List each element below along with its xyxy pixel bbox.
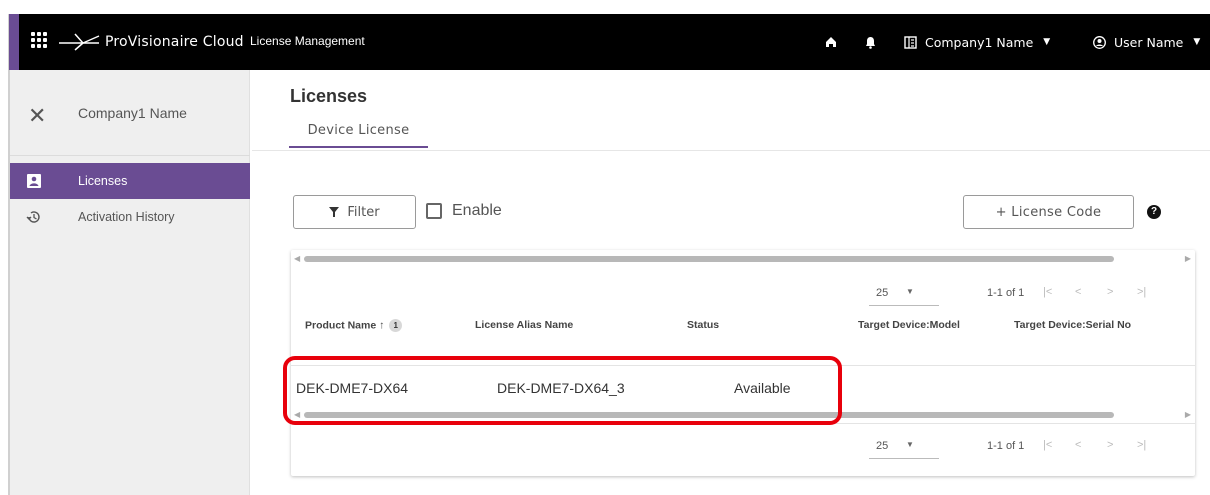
chevron-down-icon: ▼ — [1193, 37, 1201, 47]
prev-page-icon[interactable]: < — [1075, 286, 1081, 298]
scroll-left-icon[interactable]: ◀ — [294, 254, 300, 263]
filter-icon — [329, 207, 340, 217]
active-tab-indicator — [289, 146, 428, 148]
logo: ProVisionaire Cloud — [59, 30, 244, 54]
sidebar-company-name: Company1 Name — [78, 105, 187, 121]
tab-device-license[interactable]: Device License — [289, 123, 428, 147]
filter-button[interactable]: Filter — [293, 195, 416, 229]
enable-checkbox[interactable] — [426, 203, 442, 219]
sort-order-badge: 1 — [389, 319, 403, 332]
logo-text: ProVisionaire Cloud — [105, 34, 244, 50]
sidebar-item-label: Licenses — [78, 174, 128, 188]
app-launcher-icon[interactable] — [31, 32, 47, 48]
logo-arrow-icon — [59, 33, 100, 51]
select-underline — [869, 305, 939, 306]
add-license-code-button[interactable]: + License Code — [963, 195, 1134, 229]
brand-accent-strip — [9, 14, 19, 70]
scrollbar-thumb[interactable] — [304, 256, 1114, 262]
select-underline — [869, 458, 939, 459]
building-icon — [904, 35, 917, 49]
chevron-down-icon: ▼ — [1043, 37, 1051, 47]
page-title: Licenses — [290, 86, 368, 106]
sidebar: ✕ Company1 Name Licenses Activation Hist… — [10, 70, 250, 495]
next-page-icon[interactable]: > — [1107, 286, 1113, 298]
account-icon — [1093, 35, 1106, 49]
chevron-down-icon[interactable]: ▼ — [906, 440, 914, 449]
home-icon — [826, 37, 836, 47]
chevron-down-icon[interactable]: ▼ — [906, 287, 914, 296]
last-page-icon[interactable]: >| — [1137, 286, 1146, 298]
license-icon — [27, 174, 41, 188]
company-menu[interactable]: Company1 Name ▼ — [904, 14, 1050, 70]
enable-label: Enable — [452, 202, 502, 219]
sidebar-item-licenses[interactable]: Licenses — [10, 163, 250, 199]
column-header-target-model[interactable]: Target Device:Model — [858, 319, 960, 331]
prev-page-icon[interactable]: < — [1075, 439, 1081, 451]
pagination-top: 25 ▼ 1-1 of 1 |< < > >| — [861, 281, 1191, 311]
last-page-icon[interactable]: >| — [1137, 439, 1146, 451]
column-header-product-name[interactable]: Product Name ↑ 1 — [305, 319, 403, 332]
next-page-icon[interactable]: > — [1107, 439, 1113, 451]
column-header-label: Product Name — [305, 319, 377, 332]
rows-per-page-select[interactable]: 25 — [876, 287, 888, 299]
bell-icon — [866, 36, 875, 49]
notifications-button[interactable] — [865, 14, 876, 70]
company-menu-label: Company1 Name — [925, 34, 1034, 50]
filter-button-label: Filter — [347, 204, 380, 220]
help-icon[interactable]: ? — [1147, 205, 1161, 219]
user-menu[interactable]: User Name ▼ — [1093, 14, 1200, 70]
sidebar-item-label: Activation History — [78, 210, 175, 224]
sidebar-item-activation-history[interactable]: Activation History — [10, 200, 250, 234]
sort-ascending-icon[interactable]: ↑ — [379, 319, 384, 331]
first-page-icon[interactable]: |< — [1043, 439, 1052, 451]
column-header-status[interactable]: Status — [687, 319, 719, 331]
column-header-target-serial[interactable]: Target Device:Serial No — [1014, 319, 1131, 331]
scroll-right-icon[interactable]: ▶ — [1185, 254, 1191, 263]
scroll-right-icon[interactable]: ▶ — [1185, 410, 1191, 419]
first-page-icon[interactable]: |< — [1043, 286, 1052, 298]
app-title: License Management — [250, 34, 365, 48]
top-bar: ProVisionaire Cloud License Management C… — [9, 14, 1210, 70]
page-range: 1-1 of 1 — [987, 440, 1025, 452]
column-header-license-alias[interactable]: License Alias Name — [475, 319, 573, 331]
enable-toggle[interactable]: Enable — [426, 202, 502, 220]
tab-divider — [252, 150, 1210, 151]
page-range: 1-1 of 1 — [987, 287, 1025, 299]
horizontal-scrollbar[interactable]: ◀ ▶ — [291, 252, 1195, 266]
sidebar-header: ✕ Company1 Name — [10, 70, 250, 156]
close-icon[interactable]: ✕ — [28, 106, 46, 128]
home-button[interactable] — [825, 14, 837, 70]
pagination-bottom: 25 ▼ 1-1 of 1 |< < > >| — [861, 434, 1191, 464]
rows-per-page-select[interactable]: 25 — [876, 440, 888, 452]
row-highlight-annotation — [283, 356, 842, 425]
user-menu-label: User Name — [1114, 34, 1184, 50]
history-icon — [26, 211, 40, 223]
